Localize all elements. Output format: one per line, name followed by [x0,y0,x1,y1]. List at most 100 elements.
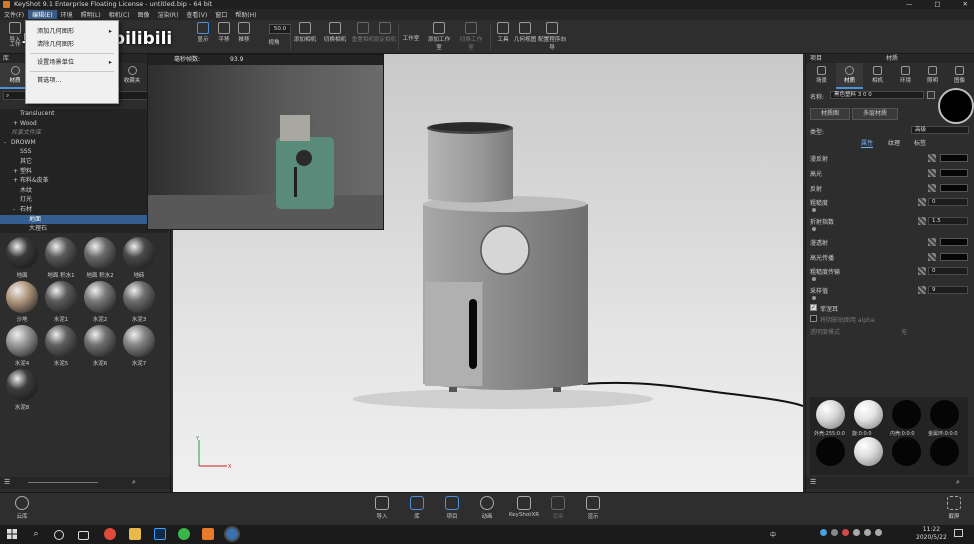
slider-handle[interactable] [812,208,816,212]
import-bottom-button[interactable]: 导入 [368,496,396,520]
cloud-library-button[interactable]: 云库 [8,496,36,520]
add-camera-button[interactable]: 添加相机 [292,22,318,43]
search-icon[interactable]: ⌕ [956,478,960,487]
texture-slot-icon[interactable] [928,184,936,192]
color-swatch[interactable] [940,184,968,192]
studio-button[interactable]: 工作室 [398,34,424,42]
lock-camera-button[interactable]: 锁定相机 [372,22,398,43]
menu-item-preferences[interactable]: 首选项... [26,74,118,87]
menu-item-clear-geometry[interactable]: 清除几何图形 [26,38,118,51]
tray-icon[interactable] [820,529,827,536]
list-view-icon[interactable]: ☰ [810,478,816,486]
tab-material[interactable]: 材质 [836,63,863,89]
configurator-wizard-button[interactable]: 配置程序向导 [537,22,567,51]
color-swatch[interactable] [940,238,968,246]
dolly-button[interactable]: 推移 [231,22,257,43]
notification-icon[interactable] [954,529,963,537]
tree-item[interactable]: + 塑料 [0,167,168,177]
material-swatch[interactable]: 水泥1 [43,281,79,325]
tree-item[interactable]: 地面 [0,214,168,225]
material-swatch[interactable]: 水泥4 [4,325,40,369]
texture-slot-icon[interactable] [928,154,936,162]
tree-item[interactable]: 木纹 [0,186,168,196]
material-swatch[interactable]: 水泥3 [121,281,157,325]
thumbnail-size-slider[interactable] [28,482,98,483]
tab-camera[interactable]: 相机 [864,63,891,87]
tree-item[interactable]: - DROWM [0,138,168,148]
sublime-icon[interactable] [202,528,214,540]
multi-layer-button[interactable]: 多层材质 [852,108,898,120]
color-swatch[interactable] [940,253,968,261]
menu-lighting[interactable]: 照明(L) [77,10,105,19]
tree-item[interactable]: - 石材 [0,205,168,215]
search-icon[interactable]: ⌕ [132,478,136,487]
wechat-icon[interactable] [178,528,190,540]
perspective-button[interactable]: 视角 [261,38,287,46]
photoshop-icon[interactable] [154,528,166,540]
add-studio-button[interactable]: 添加工作室 [426,22,452,51]
material-swatch[interactable]: 水泥8 [4,369,40,413]
tab-favorites[interactable]: 收藏夹 [117,63,147,87]
project-toggle-button[interactable]: 项目 [438,496,466,520]
search-icon[interactable]: ⌕ [30,528,42,540]
library-toggle-button[interactable]: 库 [403,496,431,520]
material-swatch[interactable]: 地砖 [121,237,157,281]
minimize-button[interactable]: — [906,0,913,9]
keyshotxr-button[interactable]: KeyShotXR [508,496,540,518]
texture-slot-icon[interactable] [918,286,926,294]
menu-item-add-geometry[interactable]: 添加几何图形 ▸ [26,25,118,38]
tab-environment[interactable]: 环境 [892,63,919,87]
presentation-button[interactable]: 渲示 [579,496,607,520]
material-graph-button[interactable]: 材质图 [810,108,850,120]
fresnel-checkbox[interactable]: ✓ [810,304,817,311]
folder-icon[interactable] [129,528,141,540]
scene-material-item[interactable]: 外壳:255:0:0 [814,400,848,437]
texture-slot-icon[interactable] [918,198,926,206]
menu-window[interactable]: 窗口 [211,10,231,19]
geometry-view-button[interactable]: 几何视图 [512,22,538,43]
list-view-icon[interactable]: ☰ [4,478,10,486]
animation-button[interactable]: 动画 [473,496,501,520]
material-swatch[interactable]: 水泥5 [43,325,79,369]
shadow-alpha-checkbox[interactable] [810,315,817,322]
scene-material-item[interactable] [852,437,886,473]
close-button[interactable]: ✕ [963,0,968,9]
material-swatch[interactable]: 沙地 [4,281,40,325]
tree-item[interactable]: Translucent [0,109,168,119]
scene-material-item[interactable] [890,437,924,473]
menu-item-scene-units[interactable]: 设置场景单位 ▸ [26,56,118,69]
menu-view[interactable]: 查看(V) [182,10,211,19]
material-name-input[interactable]: 黑色塑料 3 0 0 [830,91,924,99]
material-swatch[interactable]: 水泥6 [82,325,118,369]
tab-scene[interactable]: 场景 [808,63,835,87]
menu-image[interactable]: 图像 [134,10,154,19]
tab-lighting[interactable]: 照明 [919,63,946,87]
material-preview-window[interactable]: 毫秒帧数: 93.9 [147,54,384,230]
menu-environment[interactable]: 环境 [57,10,77,19]
subtab-labels[interactable]: 标签 [914,138,926,147]
property-value-input[interactable]: 0 [928,267,968,275]
screenshot-button[interactable]: 截屏 [940,496,968,520]
scene-material-item[interactable]: 金属环:0:0:0 [928,400,962,437]
tray-icon[interactable] [853,529,860,536]
slider-handle[interactable] [812,277,816,281]
network-icon[interactable] [875,529,882,536]
slider-handle[interactable] [812,227,816,231]
render-button[interactable]: 渲染 [544,496,572,520]
material-type-select[interactable]: 高级 [911,126,969,134]
input-language[interactable]: 中 [770,530,776,539]
chrome-icon[interactable] [104,528,116,540]
property-value-input[interactable]: 9 [928,286,968,294]
scene-material-item[interactable] [928,437,962,473]
tree-item[interactable]: SSS [0,147,168,157]
transparency-select[interactable]: 无 [901,327,907,336]
texture-slot-icon[interactable] [918,267,926,275]
property-value-input[interactable]: 1.5 [928,217,968,225]
save-icon[interactable] [927,91,935,99]
maximize-button[interactable]: □ [934,0,940,9]
switch-studio-button[interactable]: 切换工作室 [458,22,484,51]
slider-handle[interactable] [812,296,816,300]
menu-camera[interactable]: 相机(C) [105,10,134,19]
tree-item[interactable]: + Wood [0,119,168,129]
tree-item[interactable]: 大理石 [0,224,168,234]
